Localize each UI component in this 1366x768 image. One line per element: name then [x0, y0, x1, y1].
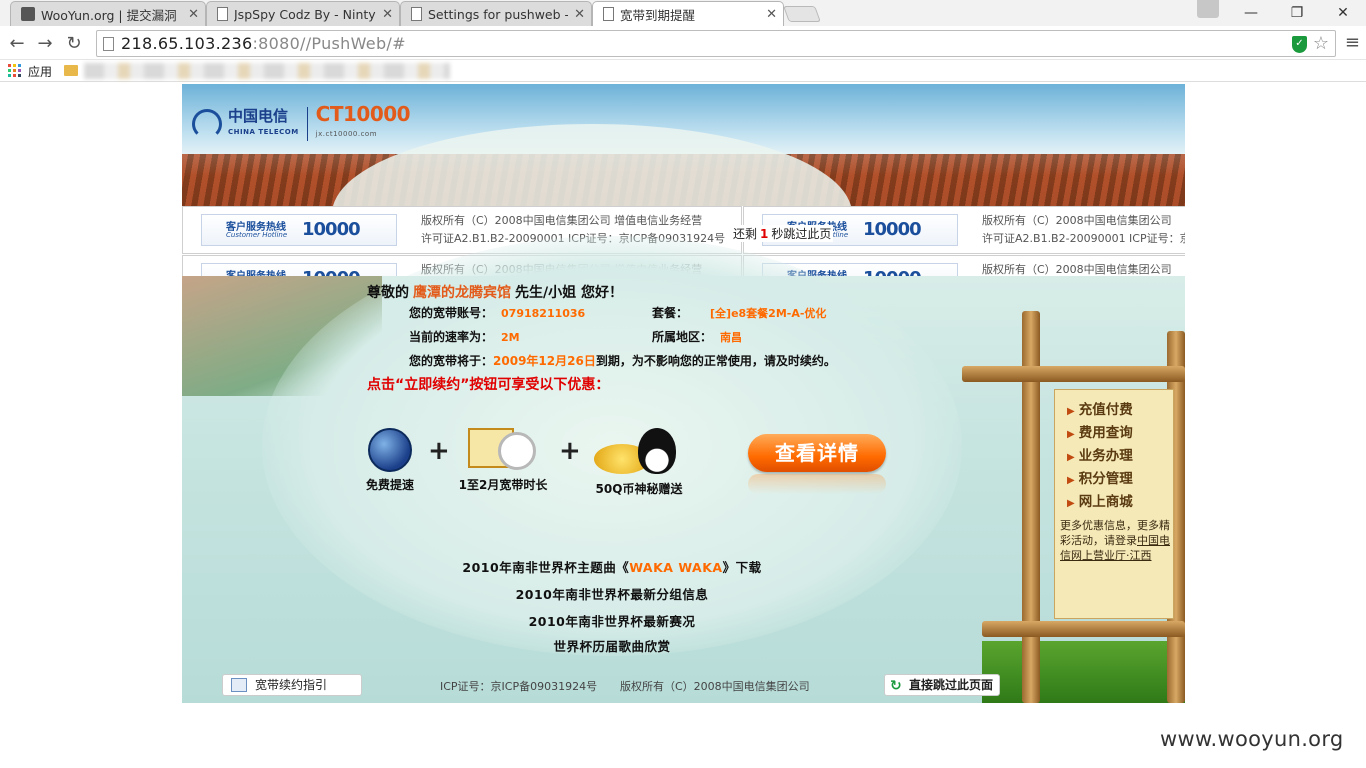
user-profile-icon[interactable]	[1197, 0, 1219, 18]
account-row: 您的宽带账号： 07918211036	[409, 306, 586, 320]
footer-copyright: 版权所有（C）2008中国电信集团公司	[620, 680, 810, 693]
bullet-icon: ▶	[1067, 498, 1075, 509]
page-icon	[411, 7, 422, 21]
url-text: 218.65.103.236:8080//PushWeb/#	[121, 34, 406, 53]
window-controls: — ❐ ✕	[1228, 0, 1366, 26]
wood-beam	[982, 621, 1185, 637]
china-telecom-logo: 中国电信 CHINA TELECOM CT10000 jx.ct10000.com	[192, 102, 411, 144]
browser-toolbar: ← → ↻ 218.65.103.236:8080//PushWeb/# ✓ ☆…	[0, 26, 1366, 60]
renewal-guide-button[interactable]: 宽带续约指引	[222, 674, 362, 696]
menu-recharge[interactable]: ▶ 充值付费	[1067, 398, 1133, 418]
link-wc-matches[interactable]: 2010年南非世界杯最新赛况	[447, 611, 777, 630]
copyright-info: 版权所有（C）2008中国电信集团公司 许可证A2.B1.B2-20090001…	[982, 214, 1185, 245]
calendar-clock-icon	[468, 426, 538, 472]
expiry-notice: 您的宽带将于：2009年12月26日到期，为不影响您的正常使用，请及时续约。	[409, 354, 836, 368]
offer-qq-coins: 50Q币神秘赠送	[586, 426, 692, 497]
menu-icon[interactable]: ≡	[1345, 32, 1360, 53]
plus-sign: +	[559, 436, 581, 466]
customer-name: 鹰潭的龙腾宾馆	[413, 285, 511, 301]
apps-grid-icon[interactable]	[8, 64, 21, 77]
offer-extra-months: 1至2月宽带时长	[450, 426, 556, 493]
grass-decoration	[982, 641, 1185, 703]
bullet-icon: ▶	[1067, 406, 1075, 417]
region-value: 南昌	[720, 331, 743, 344]
menu-business[interactable]: ▶ 业务办理	[1067, 444, 1133, 464]
tab-broadband-reminder[interactable]: 宽带到期提醒 ✕	[592, 1, 784, 26]
footer-icp: ICP证号：京ICP备09031924号	[440, 680, 598, 693]
shield-extension-icon[interactable]: ✓	[1292, 36, 1307, 53]
tab-title: Settings for pushweb - I	[428, 6, 569, 22]
tab-title: 宽带到期提醒	[620, 7, 696, 23]
wooyun-favicon-icon	[21, 7, 35, 21]
expiry-date: 2009年12月26日	[493, 354, 596, 368]
skip-page-button[interactable]: ↻ 直接跳过此页面	[884, 674, 1000, 696]
page-icon	[217, 7, 228, 21]
menu-fee-query[interactable]: ▶ 费用查询	[1067, 421, 1133, 441]
forward-icon[interactable]: →	[33, 31, 57, 55]
speed-value: 2M	[501, 331, 520, 344]
apps-label[interactable]: 应用	[28, 63, 52, 80]
globe-icon	[368, 428, 412, 472]
account-number: 07918211036	[501, 307, 586, 320]
greeting: 尊敬的 鹰潭的龙腾宾馆 先生/小姐 您好！	[367, 285, 623, 301]
tab-title: WooYun.org | 提交漏洞	[41, 7, 177, 23]
page-icon	[103, 37, 114, 51]
restore-icon[interactable]: ❐	[1274, 0, 1320, 26]
menu-panel: ▶ 充值付费 ▶ 费用查询 ▶ 业务办理 ▶ 积分管理 ▶ 网上商城 更多优惠信息，更多精…	[1054, 389, 1174, 619]
package-row: 套餐： [全]e8套餐2M-A-优化	[652, 306, 827, 320]
menu-points[interactable]: ▶ 积分管理	[1067, 467, 1133, 487]
package-value: [全]e8套餐2M-A-优化	[710, 307, 827, 320]
menu-online-mall[interactable]: ▶ 网上商城	[1067, 490, 1133, 510]
guide-book-icon	[231, 678, 247, 692]
refresh-arrow-icon: ↻	[890, 678, 902, 694]
close-icon[interactable]: ✕	[382, 7, 393, 22]
promo-note: 更多优惠信息，更多精彩活动，请登录中国电信网上营业厅·江西	[1060, 519, 1170, 562]
wood-beam	[962, 366, 1185, 382]
plus-sign: +	[428, 436, 450, 466]
reload-icon[interactable]: ↻	[62, 31, 86, 55]
reminder-page: 中国电信 CHINA TELECOM CT10000 jx.ct10000.com …	[182, 84, 1185, 703]
main-content: 尊敬的 鹰潭的龙腾宾馆 先生/小姐 您好！ 您的宽带账号： 07918211036 套…	[182, 236, 1185, 703]
countdown-seconds: 1	[760, 227, 769, 241]
offer-free-speedup: 免费提速	[360, 428, 420, 493]
telecom-logo-icon	[192, 109, 222, 139]
region-row: 所属地区： 南昌	[652, 330, 743, 344]
logo-brand: CT10000 jx.ct10000.com	[315, 102, 411, 138]
qq-coins-icon	[594, 426, 684, 476]
new-tab-button[interactable]	[783, 6, 821, 22]
link-waka-waka[interactable]: 2010年南非世界杯主题曲《WAKA WAKA》下载	[447, 557, 777, 576]
blurred-bookmarks	[84, 63, 450, 79]
back-icon[interactable]: ←	[5, 31, 29, 55]
tab-jspspy[interactable]: JspSpy Codz By - Ninty ✕	[206, 1, 400, 26]
close-window-icon[interactable]: ✕	[1320, 0, 1366, 26]
bullet-icon: ▶	[1067, 452, 1075, 463]
tab-title: JspSpy Codz By - Ninty	[234, 6, 376, 22]
folder-icon[interactable]	[64, 65, 78, 76]
bullet-icon: ▶	[1067, 429, 1075, 440]
button-reflection	[748, 474, 886, 494]
link-wc-groups[interactable]: 2010年南非世界杯最新分组信息	[447, 584, 777, 603]
link-wc-songs[interactable]: 世界杯历届歌曲欣赏	[447, 636, 777, 655]
hotline-badge: 客户服务热线 Customer Hotline 10000	[201, 214, 397, 246]
close-icon[interactable]: ✕	[188, 7, 199, 22]
view-details-button[interactable]: 查看详情	[748, 434, 886, 472]
minimize-icon[interactable]: —	[1228, 0, 1274, 26]
redirect-countdown: 还剩 1 秒跳过此页	[731, 225, 834, 242]
close-icon[interactable]: ✕	[766, 7, 777, 22]
page-icon	[603, 7, 614, 21]
logo-cn: 中国电信 CHINA TELECOM	[228, 107, 299, 136]
watermark: www.wooyun.org	[1160, 727, 1344, 751]
speed-row: 当前的速率为： 2M	[409, 330, 520, 344]
tab-settings-pushweb[interactable]: Settings for pushweb - I ✕	[400, 1, 592, 26]
bullet-icon: ▶	[1067, 475, 1075, 486]
promo-text: 点击“立即续约”按钮可享受以下优惠：	[367, 377, 610, 393]
close-icon[interactable]: ✕	[574, 7, 585, 22]
bookmark-star-icon[interactable]: ☆	[1313, 33, 1329, 54]
address-bar[interactable]: 218.65.103.236:8080//PushWeb/# ✓ ☆	[96, 30, 1336, 57]
side-menu-board: ▶ 充值付费 ▶ 费用查询 ▶ 业务办理 ▶ 积分管理 ▶ 网上商城 更多优惠信息，更多精…	[962, 311, 1185, 703]
bookmarks-bar: 应用	[0, 60, 1366, 82]
tab-bar: WooYun.org | 提交漏洞 ✕ JspSpy Codz By - Nin…	[0, 0, 1366, 26]
tab-wooyun[interactable]: WooYun.org | 提交漏洞 ✕	[10, 1, 206, 26]
header-banner: 中国电信 CHINA TELECOM CT10000 jx.ct10000.com	[182, 84, 1185, 304]
